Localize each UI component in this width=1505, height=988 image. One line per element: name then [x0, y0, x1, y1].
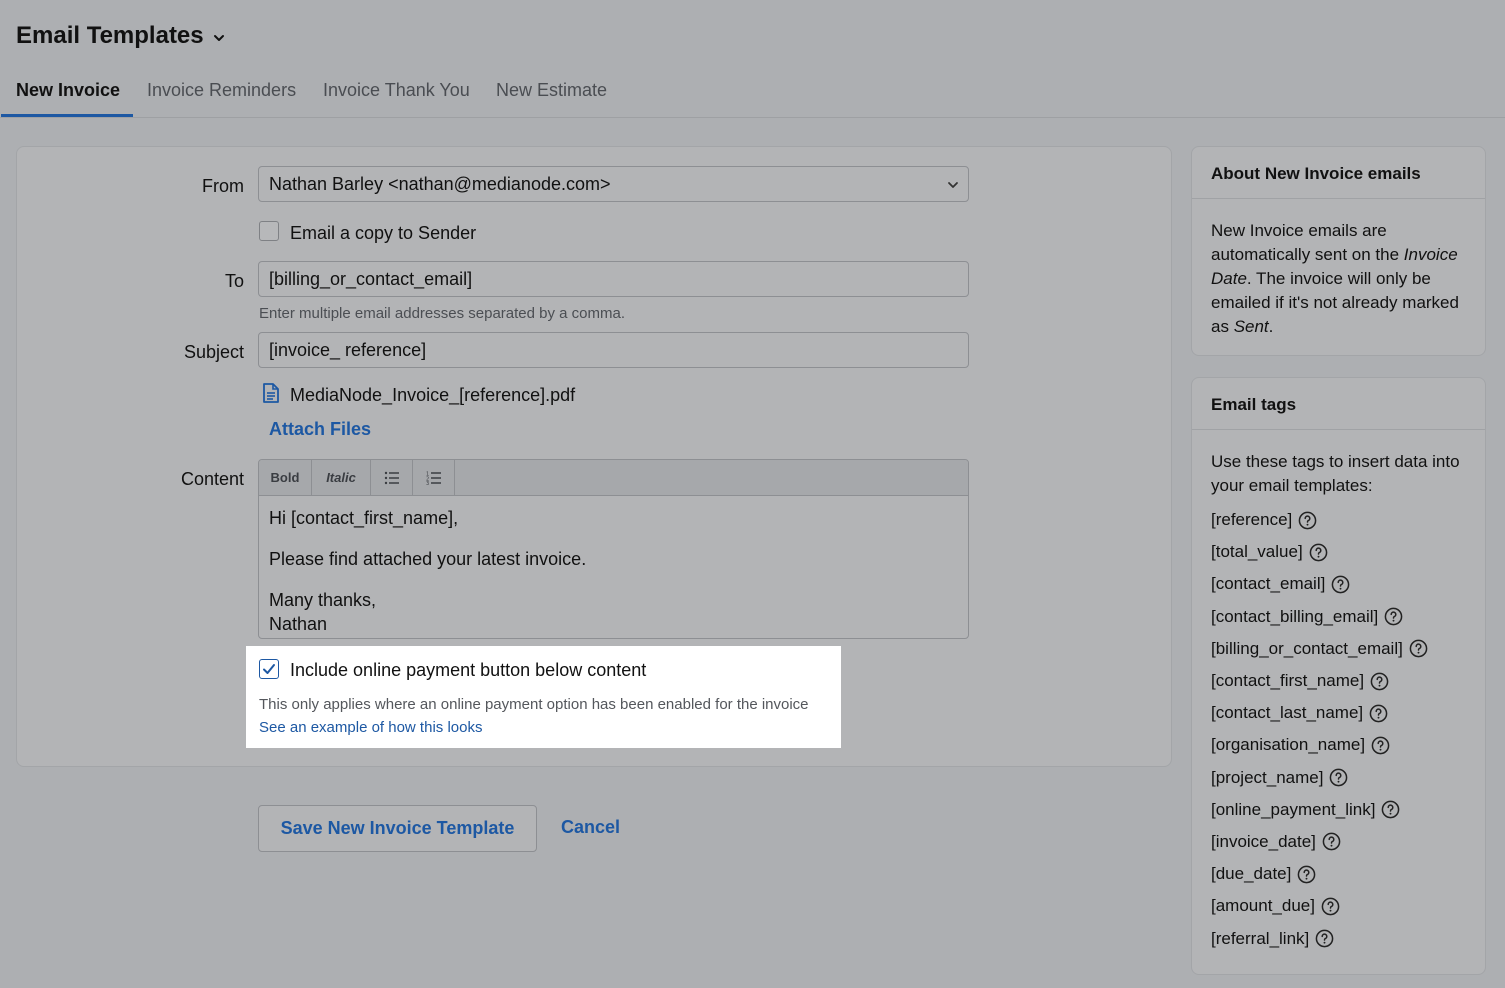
- numbered-list-button[interactable]: 1 2 3: [413, 460, 455, 495]
- cancel-button[interactable]: Cancel: [561, 817, 620, 838]
- tag-label[interactable]: [contact_email]: [1211, 574, 1325, 594]
- tab-new-invoice[interactable]: New Invoice: [16, 80, 120, 101]
- tag-item: [organisation_name]: [1211, 729, 1466, 761]
- tab-new-estimate[interactable]: New Estimate: [496, 80, 607, 101]
- page-title: Email Templates: [16, 22, 204, 49]
- tag-item: [contact_billing_email]: [1211, 601, 1466, 633]
- help-icon[interactable]: [1331, 575, 1350, 594]
- tag-label[interactable]: [due_date]: [1211, 864, 1291, 884]
- tag-label[interactable]: [amount_due]: [1211, 896, 1315, 916]
- tag-item: [billing_or_contact_email]: [1211, 633, 1466, 665]
- tag-item: [amount_due]: [1211, 890, 1466, 922]
- tag-item: [invoice_date]: [1211, 826, 1466, 858]
- bold-button[interactable]: Bold: [259, 460, 312, 495]
- tag-label[interactable]: [invoice_date]: [1211, 832, 1316, 852]
- tag-label[interactable]: [referral_link]: [1211, 929, 1309, 949]
- email-tags-card: Email tags Use these tags to insert data…: [1191, 377, 1486, 975]
- tag-label[interactable]: [contact_billing_email]: [1211, 607, 1378, 627]
- content-greeting: Hi [contact_first_name],: [269, 508, 459, 528]
- payment-option-highlight: Include online payment button below cont…: [246, 646, 841, 748]
- help-icon[interactable]: [1329, 768, 1348, 787]
- content-signoff: Many thanks,: [269, 590, 377, 610]
- tag-item: [total_value]: [1211, 536, 1466, 568]
- payment-example-link[interactable]: See an example of how this looks: [259, 719, 482, 736]
- content-label: Content: [180, 469, 244, 489]
- checkmark-icon: [263, 664, 275, 674]
- tag-item: [referral_link]: [1211, 922, 1466, 954]
- tab-invoice-reminders[interactable]: Invoice Reminders: [147, 80, 296, 101]
- copy-sender-checkbox[interactable]: [259, 221, 279, 241]
- svg-text:3: 3: [426, 481, 429, 485]
- help-icon[interactable]: [1298, 511, 1317, 530]
- tag-item: [contact_first_name]: [1211, 665, 1466, 697]
- help-icon[interactable]: [1381, 800, 1400, 819]
- payment-hint: This only applies where an online paymen…: [259, 696, 809, 713]
- subject-label: Subject: [183, 342, 244, 362]
- payment-button-label[interactable]: Include online payment button below cont…: [290, 660, 646, 681]
- help-icon[interactable]: [1321, 897, 1340, 916]
- tag-item: [reference]: [1211, 504, 1466, 536]
- active-tab-indicator: [1, 114, 133, 117]
- help-icon[interactable]: [1370, 672, 1389, 691]
- tag-item: [contact_email]: [1211, 568, 1466, 600]
- help-icon[interactable]: [1297, 865, 1316, 884]
- tag-label[interactable]: [total_value]: [1211, 542, 1303, 562]
- tag-label[interactable]: [organisation_name]: [1211, 735, 1365, 755]
- tag-label[interactable]: [online_payment_link]: [1211, 800, 1375, 820]
- numbered-list-icon: 1 2 3: [426, 471, 441, 485]
- tag-label[interactable]: [project_name]: [1211, 768, 1323, 788]
- chevron-down-icon[interactable]: [212, 31, 226, 45]
- editor-body[interactable]: Hi [contact_first_name], Please find att…: [259, 496, 968, 638]
- tag-item: [project_name]: [1211, 762, 1466, 794]
- tag-item: [online_payment_link]: [1211, 794, 1466, 826]
- about-text: New Invoice emails are automatically sen…: [1211, 221, 1459, 336]
- help-icon[interactable]: [1409, 639, 1428, 658]
- document-icon: [263, 383, 279, 403]
- to-label: To: [224, 271, 244, 291]
- tag-label[interactable]: [contact_first_name]: [1211, 671, 1364, 691]
- about-heading: About New Invoice emails: [1192, 147, 1485, 199]
- help-icon[interactable]: [1384, 607, 1403, 626]
- help-icon[interactable]: [1315, 929, 1334, 948]
- tag-item: [contact_last_name]: [1211, 697, 1466, 729]
- payment-button-checkbox[interactable]: [259, 659, 279, 679]
- tags-intro: Use these tags to insert data into your …: [1211, 452, 1460, 495]
- tags-heading: Email tags: [1192, 378, 1485, 430]
- content-body: Please find attached your latest invoice…: [269, 549, 587, 569]
- bullet-list-button[interactable]: [371, 460, 413, 495]
- editor-toolbar: Bold Italic 1 2 3: [259, 460, 968, 496]
- to-input[interactable]: [billing_or_contact_email]: [258, 261, 969, 297]
- help-icon[interactable]: [1369, 704, 1388, 723]
- about-card: About New Invoice emails New Invoice ema…: [1191, 146, 1486, 356]
- content-editor[interactable]: Bold Italic 1 2 3 Hi [contact_first_name…: [258, 459, 969, 639]
- page-header[interactable]: Email Templates: [16, 22, 226, 50]
- from-label: From: [202, 176, 244, 196]
- tag-label[interactable]: [reference]: [1211, 510, 1292, 530]
- save-template-button[interactable]: Save New Invoice Template: [258, 805, 537, 852]
- content-name: Nathan: [269, 614, 328, 634]
- from-select-value: Nathan Barley <nathan@medianode.com>: [269, 174, 611, 194]
- tag-label[interactable]: [contact_last_name]: [1211, 703, 1363, 723]
- tag-label[interactable]: [billing_or_contact_email]: [1211, 639, 1403, 659]
- tag-list: [reference] [total_value] [contact_email] […: [1192, 498, 1485, 955]
- help-icon[interactable]: [1322, 832, 1341, 851]
- tab-invoice-thank-you[interactable]: Invoice Thank You: [323, 80, 470, 101]
- attach-files-link[interactable]: Attach Files: [269, 419, 371, 440]
- italic-button[interactable]: Italic: [312, 460, 371, 495]
- attachment-filename[interactable]: MediaNode_Invoice_[reference].pdf: [290, 385, 575, 406]
- copy-sender-label[interactable]: Email a copy to Sender: [290, 223, 476, 244]
- chevron-down-icon: [948, 182, 958, 188]
- from-select[interactable]: Nathan Barley <nathan@medianode.com>: [258, 166, 969, 202]
- help-icon[interactable]: [1371, 736, 1390, 755]
- to-hint: Enter multiple email addresses separated…: [259, 305, 626, 322]
- template-tabs: New Invoice Invoice Reminders Invoice Th…: [0, 66, 1505, 118]
- tag-item: [due_date]: [1211, 858, 1466, 890]
- subject-input[interactable]: [invoice_ reference]: [258, 332, 969, 368]
- bullet-list-icon: [384, 471, 399, 484]
- help-icon[interactable]: [1309, 543, 1328, 562]
